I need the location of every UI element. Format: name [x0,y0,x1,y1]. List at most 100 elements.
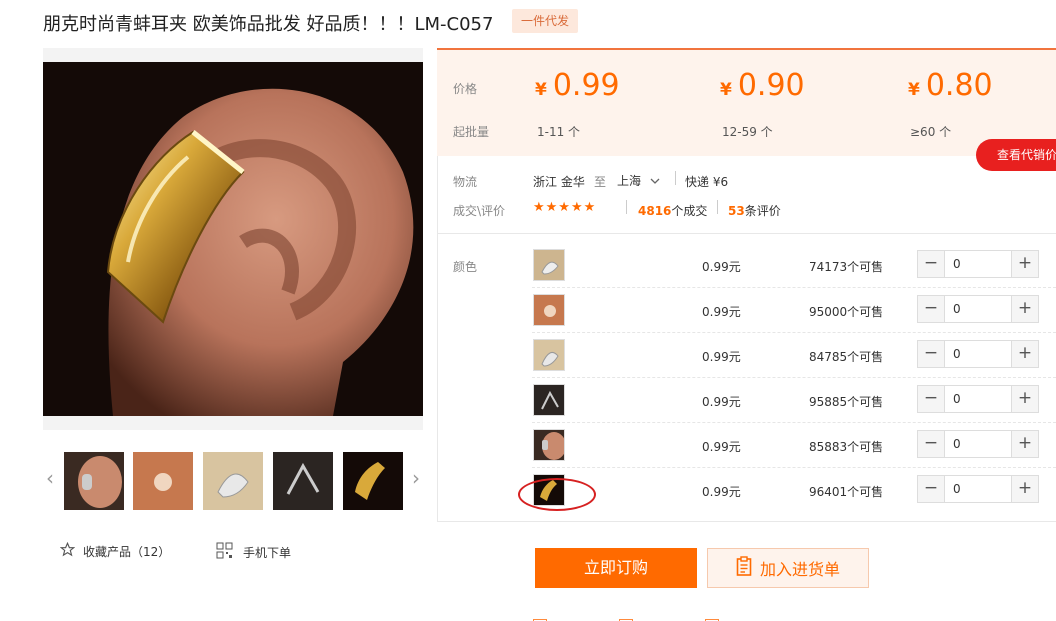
mobile-order-label: 手机下单 [243,545,292,560]
clipboard-icon [736,556,752,580]
decrease-button[interactable]: − [918,296,944,322]
main-product-image[interactable] [43,48,423,430]
sku-image[interactable] [533,294,565,326]
thumbnail-3[interactable] [203,452,263,510]
quantity-stepper: − 0 + [917,385,1039,413]
quantity-input[interactable]: 0 [944,476,1012,502]
sku-price: 0.99元 [702,350,741,364]
decrease-button[interactable]: − [918,386,944,412]
favorite-label: 收藏产品（12） [83,544,171,559]
min-qty-label: 起批量 [453,125,490,139]
divider [675,171,676,185]
destination-select[interactable]: 上海 [617,172,660,189]
quantity-stepper: − 0 + [917,295,1039,323]
deals-label: 成交\评价 [453,204,506,218]
price-tier-3: ¥ 0.80 [908,68,993,103]
section-divider [437,233,1056,234]
price-tier-2: ¥ 0.90 [720,68,805,103]
thumbnail-1[interactable] [64,452,124,510]
logistics-info: 物流 浙江 金华 至 上海 快递 ¥6 成交\评价 ★★★★★ 4816个成交 … [437,158,1056,234]
increase-button[interactable]: + [1012,386,1038,412]
sku-row: 0.99元 84785个可售 − 0 + [532,333,1056,378]
price-label: 价格 [453,82,478,96]
decrease-button[interactable]: − [918,431,944,457]
ear-cuff-photo [43,62,423,416]
price-value: 0.99 [552,68,620,103]
sku-stock: 95885个可售 [809,395,884,409]
sku-row: 0.99元 85883个可售 − 0 + [532,423,1056,468]
sku-image[interactable] [533,249,565,281]
sku-price: 0.99元 [702,260,741,274]
quantity-input[interactable]: 0 [944,341,1012,367]
reviews-count[interactable]: 53条评价 [728,202,781,219]
shipping-fee: 快递 ¥6 [685,175,729,189]
sku-price: 0.99元 [702,485,741,499]
sku-price: 0.99元 [702,305,741,319]
quantity-stepper: − 0 + [917,250,1039,278]
color-label: 颜色 [453,260,478,274]
thumbnail-4[interactable] [273,452,333,510]
chevron-right-icon[interactable]: › [409,466,423,490]
price-tier-1: ¥ 0.99 [535,68,620,103]
sku-row: 0.99元 95000个可售 − 0 + [532,288,1056,333]
sku-image[interactable] [533,339,565,371]
sku-image[interactable] [533,384,565,416]
sku-stock: 84785个可售 [809,350,884,364]
section-divider [437,521,1056,522]
quantity-stepper: − 0 + [917,430,1039,458]
sku-price: 0.99元 [702,395,741,409]
service-icons-strip [453,614,873,621]
divider [717,200,718,214]
thumbnail-2[interactable] [133,452,193,510]
destination-value: 上海 [617,174,642,188]
quantity-input[interactable]: 0 [944,296,1012,322]
sku-stock: 85883个可售 [809,440,884,454]
mobile-order[interactable]: 手机下单 [216,542,291,562]
qty-range-1: 1-11 个 [537,125,581,139]
decrease-button[interactable]: − [918,341,944,367]
sku-image[interactable] [533,429,565,461]
deals-count[interactable]: 4816个成交 [638,202,707,219]
chevron-left-icon[interactable]: ‹ [43,466,57,490]
logistics-label: 物流 [453,175,478,189]
add-to-cart-button[interactable]: 加入进货单 [707,548,869,588]
annotation-circle [518,478,596,511]
increase-button[interactable]: + [1012,476,1038,502]
sku-stock: 96401个可售 [809,485,884,499]
sku-row: 0.99元 96401个可售 − 0 + [532,468,1056,513]
quantity-stepper: − 0 + [917,340,1039,368]
increase-button[interactable]: + [1012,341,1038,367]
increase-button[interactable]: + [1012,296,1038,322]
quantity-input[interactable]: 0 [944,386,1012,412]
divider [626,200,627,214]
price-value: 0.90 [737,68,805,103]
sku-price: 0.99元 [702,440,741,454]
add-to-cart-label: 加入进货单 [759,560,840,579]
sku-stock: 95000个可售 [809,305,884,319]
qty-range-2: 12-59 个 [722,125,773,139]
qty-range-3: ≥60 个 [910,125,952,139]
increase-button[interactable]: + [1012,431,1038,457]
increase-button[interactable]: + [1012,251,1038,277]
favorite-product[interactable]: 收藏产品（12） [59,541,171,560]
sku-row: 0.99元 74173个可售 − 0 + [532,243,1056,288]
decrease-button[interactable]: − [918,251,944,277]
thumbnail-5[interactable] [341,450,405,512]
qr-code-icon [216,542,233,562]
star-outline-icon [59,541,76,560]
sku-stock: 74173个可售 [809,260,884,274]
sku-row: 0.99元 95885个可售 − 0 + [532,378,1056,423]
dropship-tag[interactable]: 一件代发 [512,9,579,33]
decrease-button[interactable]: − [918,476,944,502]
buy-now-button[interactable]: 立即订购 [535,548,697,588]
quantity-stepper: − 0 + [917,475,1039,503]
ship-from: 浙江 金华 [533,175,585,189]
ship-to-word: 至 [594,175,607,189]
price-value: 0.80 [925,68,993,103]
quantity-input[interactable]: 0 [944,431,1012,457]
price-box: 价格 起批量 ¥ 0.99 1-11 个 ¥ 0.90 12-59 个 ¥ 0.… [437,48,1056,156]
quantity-input[interactable]: 0 [944,251,1012,277]
rating-stars: ★★★★★ [533,200,597,215]
chevron-down-icon [650,174,660,188]
product-title: 朋克时尚青蚌耳夹 欧美饰品批发 好品质！！！LM-C057 [43,14,494,35]
